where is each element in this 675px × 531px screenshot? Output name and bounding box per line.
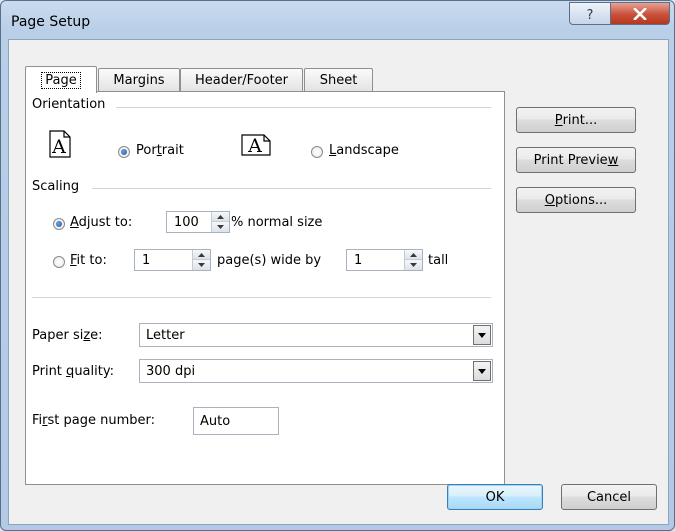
svg-text:?: ? (587, 8, 594, 21)
spin-arrows-icon[interactable] (192, 250, 210, 270)
pages-tall-spinner[interactable]: 1 (346, 249, 423, 271)
fit-to-radio[interactable] (53, 256, 65, 268)
dialog-body: Page Margins Header/Footer Sheet Orienta… (8, 39, 669, 525)
orientation-heading: Orientation (32, 97, 112, 112)
title-bar[interactable]: Page Setup ? (1, 1, 674, 43)
svg-text:A: A (247, 135, 262, 156)
ok-button[interactable]: OK (447, 484, 543, 510)
orientation-divider (116, 107, 491, 108)
adjust-percent-value: 100 (174, 215, 199, 230)
landscape-page-icon: A (241, 134, 271, 156)
close-button[interactable] (610, 2, 670, 25)
print-quality-select[interactable]: 300 dpi (139, 359, 493, 383)
pages-tall-label: tall (428, 253, 449, 268)
portrait-radio[interactable] (118, 146, 130, 158)
spin-down-button[interactable] (405, 260, 422, 270)
spin-down-button[interactable] (193, 260, 210, 270)
cancel-button[interactable]: Cancel (561, 484, 657, 510)
tab-sheet[interactable]: Sheet (304, 68, 373, 91)
help-button[interactable]: ? (569, 2, 611, 25)
portrait-label[interactable]: Portrait (136, 143, 184, 158)
landscape-label[interactable]: Landscape (329, 143, 399, 158)
first-page-number-input[interactable]: Auto (193, 407, 279, 435)
options-button[interactable]: Options... (516, 187, 636, 213)
spin-down-button[interactable] (212, 222, 229, 232)
print-quality-label: Print quality: (32, 364, 114, 379)
spin-arrows-icon[interactable] (211, 212, 229, 232)
chevron-down-icon[interactable] (473, 361, 491, 381)
paper-divider (32, 297, 491, 298)
help-icon: ? (587, 8, 594, 21)
normal-size-label: % normal size (231, 215, 323, 230)
adjust-to-radio[interactable] (53, 218, 65, 230)
print-preview-button[interactable]: Print Previe w (516, 147, 636, 173)
spin-up-button[interactable] (405, 250, 422, 260)
paper-size-label: Paper size: (32, 328, 103, 343)
adjust-percent-spinner[interactable]: 100 (166, 211, 230, 233)
adjust-to-label[interactable]: Adjust to: (70, 215, 132, 230)
svg-text:A: A (51, 136, 66, 158)
chevron-down-icon[interactable] (473, 325, 491, 345)
pages-wide-spinner[interactable]: 1 (134, 249, 211, 271)
pages-wide-value: 1 (142, 253, 151, 268)
spin-arrows-icon[interactable] (404, 250, 422, 270)
landscape-radio[interactable] (311, 146, 323, 158)
window-title: Page Setup (11, 14, 91, 30)
spin-up-button[interactable] (212, 212, 229, 222)
portrait-page-icon: A (49, 130, 71, 158)
paper-size-select[interactable]: Letter (139, 323, 493, 347)
tab-margins[interactable]: Margins (98, 68, 180, 91)
scaling-heading: Scaling (32, 179, 86, 194)
tab-header-footer[interactable]: Header/Footer (180, 68, 303, 91)
tab-page[interactable]: Page (25, 66, 97, 93)
page-setup-dialog: Page Setup ? Page Margins Header/Footer … (0, 0, 675, 531)
pages-tall-value: 1 (354, 253, 363, 268)
page-tab-panel: Orientation A Portrait A Landscape Scali… (25, 91, 505, 485)
close-icon (633, 7, 647, 20)
fit-to-label[interactable]: Fit to: (70, 253, 107, 268)
scaling-divider (92, 188, 491, 189)
first-page-number-label: First page number: (32, 413, 156, 428)
pages-wide-label: page(s) wide by (217, 253, 322, 268)
spin-up-button[interactable] (193, 250, 210, 260)
print-button[interactable]: Print... (516, 107, 636, 133)
